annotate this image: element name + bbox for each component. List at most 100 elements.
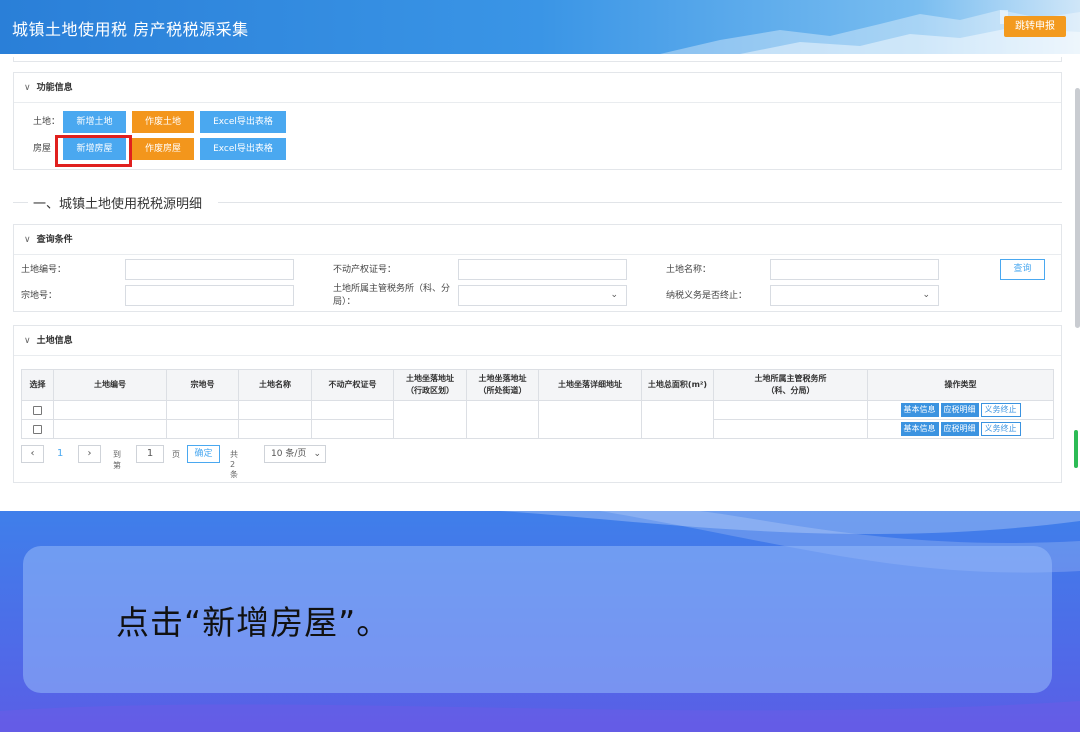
section-title-text: 一、城镇土地使用税税源明细 <box>33 197 203 212</box>
page-title: 城镇土地使用税 房产税税源采集 <box>12 20 249 39</box>
row-operations: 基本信息 应税明细 义务终止 <box>867 419 1054 439</box>
add-land-button[interactable]: 新增土地 <box>63 111 126 133</box>
land-table: 选择 土地编号 宗地号 土地名称 不动产权证号 土地坐落地址 （行政区划） 土地坐… <box>21 369 1054 439</box>
prev-page-icon[interactable]: ‹ <box>21 445 44 463</box>
table-cell <box>238 419 312 439</box>
page-size-value: 10 条/页 <box>271 449 307 459</box>
property-cert-input[interactable] <box>458 259 627 280</box>
query-panel-header[interactable]: ∨ 查询条件 <box>14 225 1061 255</box>
taxable-detail-button[interactable]: 应税明细 <box>940 422 979 436</box>
chevron-down-icon: ⌄ <box>610 290 618 300</box>
col-location-district-line1: 土地坐落地址 <box>406 374 454 383</box>
chevron-down-icon: ⌄ <box>922 290 930 300</box>
terminate-obligation-button[interactable]: 义务终止 <box>980 403 1021 417</box>
divider <box>13 202 28 203</box>
table-cell <box>538 400 642 420</box>
land-label: 土地： <box>33 117 61 127</box>
land-name-label: 土地名称： <box>666 265 712 275</box>
col-tax-office-line2: （科、分局） <box>766 386 815 395</box>
caption-card: 点击“新增房屋”。 <box>23 546 1052 693</box>
scrollbar[interactable] <box>1075 88 1080 328</box>
land-info-panel-header[interactable]: ∨ 土地信息 <box>14 326 1061 356</box>
property-cert-label: 不动产权证号： <box>333 265 397 275</box>
col-detail-address: 土地坐落详细地址 <box>538 369 642 401</box>
land-no-label: 土地编号： <box>21 265 67 275</box>
col-location-district: 土地坐落地址 （行政区划） <box>393 369 467 401</box>
table-header-row: 选择 土地编号 宗地号 土地名称 不动产权证号 土地坐落地址 （行政区划） 土地坐… <box>21 369 1054 401</box>
basic-info-button[interactable]: 基本信息 <box>900 422 939 436</box>
terminate-obligation-button[interactable]: 义务终止 <box>980 422 1021 436</box>
parcel-no-label: 宗地号： <box>21 291 58 301</box>
row-checkbox[interactable] <box>33 405 42 415</box>
caption-text: 点击“新增房屋”。 <box>116 603 391 642</box>
goto-label: 到第 <box>113 450 121 470</box>
col-tax-office-line1: 土地所属主管税务所 <box>754 374 827 383</box>
tax-office-label: 土地所属主管税务所（科、分局）： <box>333 284 451 307</box>
col-land-no: 土地编号 <box>53 369 167 401</box>
col-location-street-line2: （所处街道） <box>478 386 527 395</box>
col-land-name: 土地名称 <box>238 369 312 401</box>
table-cell <box>166 419 239 439</box>
export-land-excel-button[interactable]: Excel导出表格 <box>200 111 286 133</box>
table-cell <box>311 419 394 439</box>
col-tax-office: 土地所属主管税务所 （科、分局） <box>713 369 868 401</box>
table-cell <box>53 419 167 439</box>
table-row: 基本信息 应税明细 义务终止 <box>21 419 1054 439</box>
col-location-district-line2: （行政区划） <box>406 386 454 395</box>
current-page[interactable]: 1 <box>57 448 63 459</box>
basic-info-button[interactable]: 基本信息 <box>900 403 939 417</box>
taxable-detail-button[interactable]: 应税明细 <box>940 403 979 417</box>
goto-page-input[interactable]: 1 <box>136 445 164 463</box>
table-cell <box>538 419 642 439</box>
col-parcel-no: 宗地号 <box>166 369 239 401</box>
col-total-area: 土地总面积(m²) <box>641 369 714 401</box>
land-no-input[interactable] <box>125 259 294 280</box>
obligation-end-select[interactable]: ⌄ <box>770 285 939 306</box>
jump-to-declare-button[interactable]: 跳转申报 <box>1004 16 1066 37</box>
parcel-no-input[interactable] <box>125 285 294 306</box>
table-cell <box>466 400 539 420</box>
col-location-street-line1: 土地坐落地址 <box>478 374 527 383</box>
highlight-box <box>55 135 132 167</box>
total-count: 共 2 条 <box>230 450 238 479</box>
app-header: 城镇土地使用税 房产税税源采集 跳转申报 <box>0 0 1080 54</box>
table-cell <box>641 419 714 439</box>
col-property-cert: 不动产权证号 <box>311 369 394 401</box>
function-panel-header[interactable]: ∨ 功能信息 <box>14 73 1061 103</box>
row-select-cell <box>21 419 54 439</box>
table-cell <box>166 400 239 420</box>
obligation-end-label: 纳税义务是否终止： <box>666 291 748 301</box>
table-cell <box>393 400 467 420</box>
void-land-button[interactable]: 作废土地 <box>132 111 194 133</box>
table-cell <box>713 400 868 420</box>
void-house-button[interactable]: 作废房屋 <box>132 138 194 160</box>
table-cell <box>466 419 539 439</box>
table-cell <box>238 400 312 420</box>
query-button[interactable]: 查询 <box>1000 259 1045 280</box>
chevron-down-icon: ∨ <box>24 83 31 93</box>
section-title: 一、城镇土地使用税税源明细 <box>13 192 1062 212</box>
table-cell <box>641 400 714 420</box>
confirm-page-button[interactable]: 确定 <box>187 445 220 463</box>
col-location-street: 土地坐落地址 （所处街道） <box>466 369 539 401</box>
col-operation: 操作类型 <box>867 369 1054 401</box>
caption-banner: 点击“新增房屋”。 <box>0 511 1080 732</box>
tax-office-select[interactable]: ⌄ <box>458 285 627 306</box>
table-cell <box>311 400 394 420</box>
land-name-input[interactable] <box>770 259 939 280</box>
function-panel-title: 功能信息 <box>36 83 73 93</box>
table-row: 基本信息 应税明细 义务终止 <box>21 400 1054 420</box>
chevron-down-icon: ∨ <box>24 235 31 245</box>
export-house-excel-button[interactable]: Excel导出表格 <box>200 138 286 160</box>
next-page-icon[interactable]: › <box>78 445 101 463</box>
table-cell <box>393 419 467 439</box>
chevron-down-icon: ⌄ <box>313 449 321 459</box>
house-label: 房屋 <box>33 144 52 154</box>
row-checkbox[interactable] <box>33 424 42 434</box>
row-select-cell <box>21 400 54 420</box>
table-cell <box>713 419 868 439</box>
row-operations: 基本信息 应税明细 义务终止 <box>867 400 1054 420</box>
page-size-select[interactable]: 10 条/页 ⌄ <box>264 445 326 463</box>
table-cell <box>53 400 167 420</box>
top-panel-edge <box>13 57 1062 62</box>
